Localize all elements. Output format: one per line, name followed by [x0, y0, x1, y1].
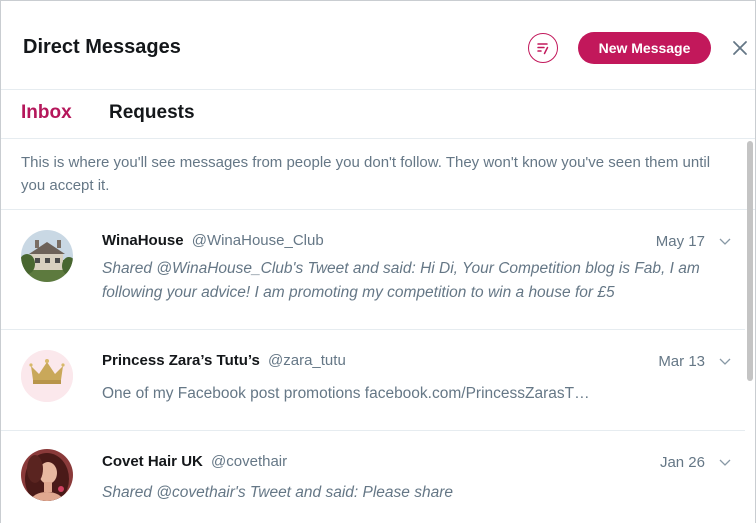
dm-tabs: Inbox Requests — [1, 90, 755, 139]
sender-name: WinaHouse — [102, 232, 184, 249]
message-preview: One of my Facebook post promotions faceb… — [102, 385, 590, 402]
sender-handle: @covethair — [211, 453, 288, 470]
notice-text: This is where you'll see messages from p… — [21, 154, 711, 194]
sender-line: Princess Zara’s Tutu’s @zara_tutu — [102, 352, 346, 369]
message-preview: Shared @covethair's Tweet and said: Plea… — [102, 484, 453, 501]
house-photo-icon — [21, 230, 73, 282]
message-preview: Shared @WinaHouse_Club's Tweet and said:… — [102, 260, 700, 301]
tab-requests[interactable]: Requests — [109, 102, 195, 124]
conversation-item[interactable]: Covet Hair UK @covethair Jan 26 Shared @… — [1, 431, 745, 523]
chevron-down-icon[interactable] — [719, 238, 731, 246]
message-date: Jan 26 — [659, 454, 705, 471]
conversation-item[interactable]: WinaHouse @WinaHouse_Club May 17 Shared … — [1, 210, 745, 330]
checklist-icon — [537, 43, 549, 55]
sender-line: WinaHouse @WinaHouse_Club — [102, 232, 324, 249]
sender-name: Covet Hair UK — [102, 453, 203, 470]
avatar — [21, 449, 73, 501]
sender-line: Covet Hair UK @covethair — [102, 453, 287, 470]
sender-name: Princess Zara’s Tutu’s — [102, 352, 260, 369]
requests-notice: This is where you'll see messages from p… — [1, 139, 755, 210]
tab-inbox[interactable]: Inbox — [21, 102, 72, 124]
sender-handle: @zara_tutu — [268, 352, 346, 369]
dm-panel: Direct Messages New Message Inbox Reques… — [0, 0, 756, 523]
message-date: Mar 13 — [658, 353, 705, 370]
chevron-down-icon[interactable] — [719, 459, 731, 467]
dm-header: Direct Messages New Message — [1, 1, 755, 90]
mark-all-read-button[interactable] — [528, 33, 558, 63]
woman-portrait-icon — [21, 449, 73, 501]
avatar — [21, 350, 73, 402]
new-message-button[interactable]: New Message — [578, 32, 711, 64]
conversation-item[interactable]: Princess Zara’s Tutu’s @zara_tutu Mar 13… — [1, 330, 745, 431]
page-title: Direct Messages — [23, 36, 181, 58]
sender-handle: @WinaHouse_Club — [191, 232, 324, 249]
message-date: May 17 — [655, 233, 705, 250]
close-icon[interactable] — [731, 39, 749, 57]
scrollbar[interactable] — [747, 141, 753, 381]
chevron-down-icon[interactable] — [719, 358, 731, 366]
crown-logo-icon — [21, 350, 73, 402]
avatar — [21, 230, 73, 282]
